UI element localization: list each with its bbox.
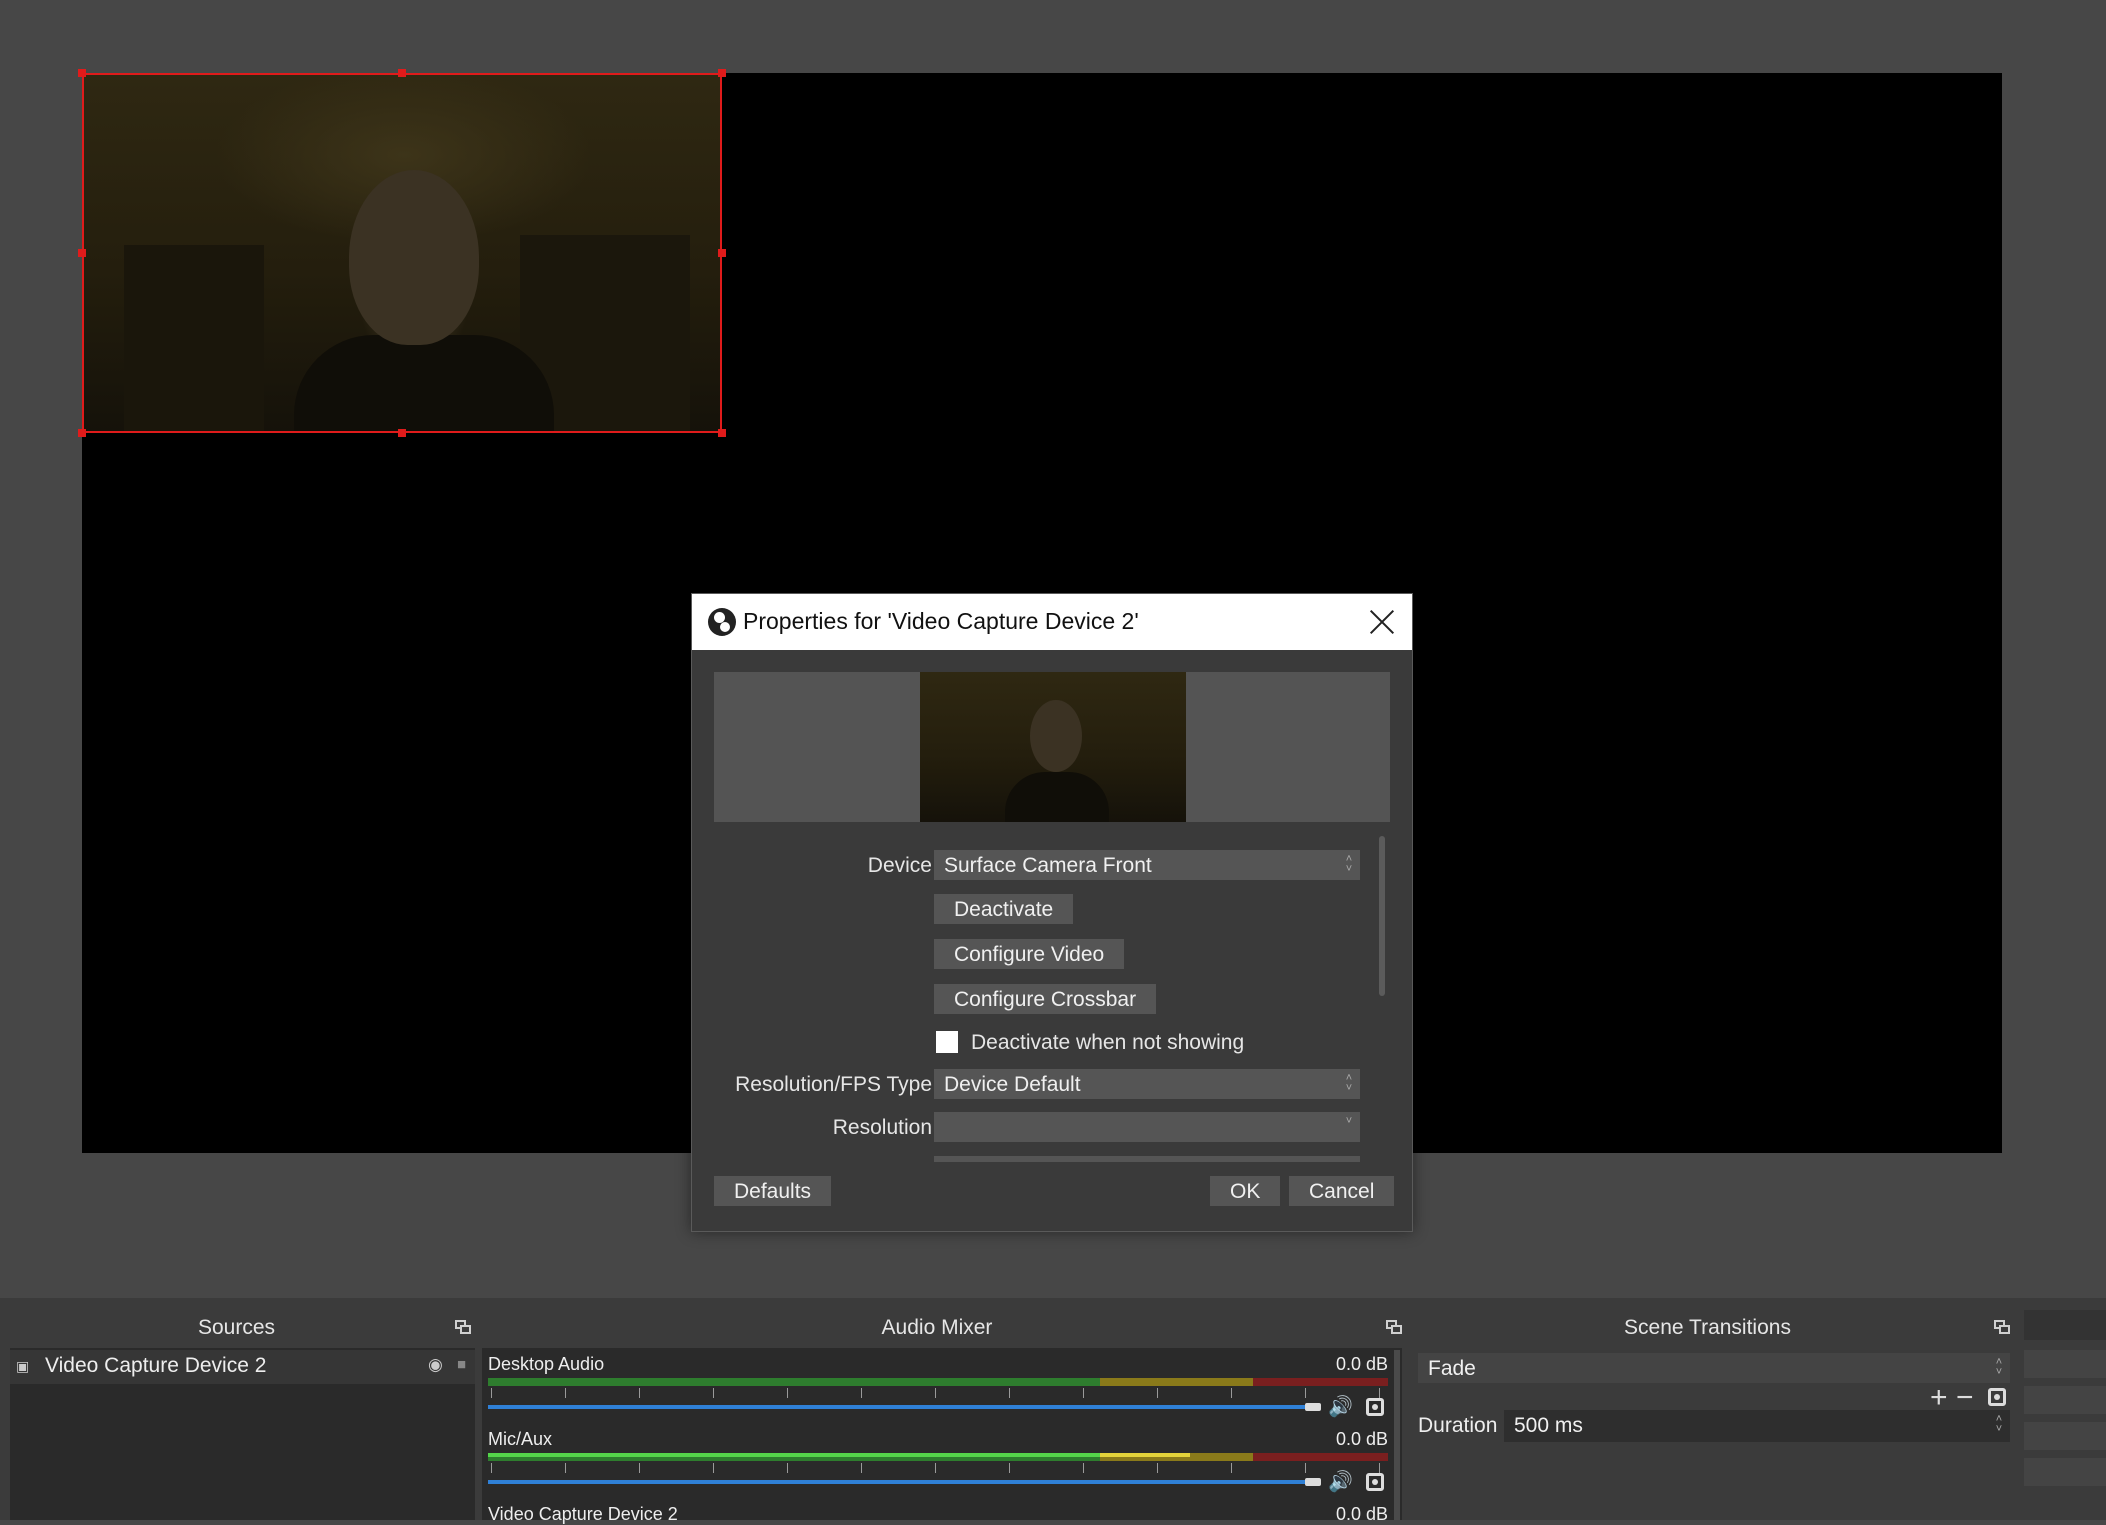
remove-transition-icon[interactable]: − bbox=[1956, 1383, 1974, 1413]
camera-icon: ▣ bbox=[16, 1358, 30, 1374]
spin-arrows-icon: ˄ ˅ bbox=[1345, 1072, 1353, 1094]
mic-aux-meter-level bbox=[488, 1453, 1388, 1457]
dialog-title: Properties for 'Video Capture Device 2' bbox=[743, 608, 1139, 634]
dialog-titlebar[interactable]: Properties for 'Video Capture Device 2' bbox=[692, 594, 1412, 650]
undock-icon[interactable] bbox=[1994, 1320, 2010, 1334]
device-select[interactable]: Surface Camera Front ˄ ˅ bbox=[934, 850, 1360, 880]
desktop-audio-volume-slider[interactable] bbox=[488, 1405, 1318, 1409]
sources-title: Sources bbox=[197, 1316, 276, 1339]
duration-value: 500 ms bbox=[1514, 1414, 1583, 1437]
mic-aux-label: Mic/Aux bbox=[488, 1429, 553, 1449]
duration-spinbox[interactable]: 500 ms ˄ ˅ bbox=[1504, 1410, 2010, 1442]
resize-handle-top-right[interactable] bbox=[718, 69, 726, 77]
controls-button-partial[interactable] bbox=[2024, 1350, 2106, 1378]
properties-dialog: Properties for 'Video Capture Device 2' … bbox=[691, 593, 1413, 1232]
source-preview bbox=[714, 672, 1390, 822]
cancel-button[interactable]: Cancel bbox=[1289, 1176, 1395, 1206]
resize-handle-bottom-left[interactable] bbox=[78, 429, 86, 437]
desktop-audio-meter bbox=[488, 1378, 1388, 1386]
mic-aux-volume-slider[interactable] bbox=[488, 1480, 1318, 1484]
controls-dock-partial bbox=[2024, 1310, 2106, 1340]
deactivate-when-not-showing-checkbox[interactable] bbox=[936, 1031, 958, 1053]
eye-icon[interactable]: ◉ bbox=[428, 1355, 443, 1375]
resolution-label: Resolution bbox=[832, 1116, 932, 1139]
controls-button-partial[interactable] bbox=[2024, 1422, 2106, 1450]
meter-scale bbox=[491, 1463, 1387, 1473]
undock-icon[interactable] bbox=[455, 1320, 471, 1334]
configure-crossbar-button[interactable]: Configure Crossbar bbox=[934, 984, 1157, 1014]
volume-slider-knob[interactable] bbox=[1305, 1403, 1321, 1411]
audio-mixer-title: Audio Mixer bbox=[881, 1316, 993, 1339]
source-item[interactable]: ▣ Video Capture Device 2 ◉ ■ bbox=[10, 1350, 475, 1384]
resize-handle-top[interactable] bbox=[398, 69, 406, 77]
spin-arrows-icon: ˄ ˅ bbox=[1995, 1356, 2003, 1378]
resize-handle-right[interactable] bbox=[718, 249, 726, 257]
resolution-fps-type-label: Resolution/FPS Type bbox=[735, 1073, 932, 1096]
source-item-label: Video Capture Device 2 bbox=[45, 1354, 267, 1377]
close-icon[interactable] bbox=[1364, 604, 1400, 640]
webcam-preview-image bbox=[920, 672, 1186, 822]
device-label: Device bbox=[867, 854, 932, 877]
controls-button-partial[interactable] bbox=[2024, 1386, 2106, 1414]
resolution-fps-type-value: Device Default bbox=[944, 1073, 1081, 1096]
undock-icon[interactable] bbox=[1386, 1320, 1402, 1334]
volume-slider-knob[interactable] bbox=[1305, 1478, 1321, 1486]
gear-icon[interactable] bbox=[1988, 1388, 2006, 1406]
resolution-select[interactable]: ˅ bbox=[934, 1112, 1360, 1142]
chevron-down-icon: ˅ bbox=[1345, 1115, 1353, 1127]
scene-transitions-title: Scene Transitions bbox=[1624, 1316, 1791, 1339]
resize-handle-left[interactable] bbox=[78, 249, 86, 257]
next-field-partial bbox=[934, 1156, 1360, 1162]
dialog-scrollbar[interactable] bbox=[1379, 836, 1385, 996]
resize-handle-bottom-right[interactable] bbox=[718, 429, 726, 437]
deactivate-button[interactable]: Deactivate bbox=[934, 894, 1074, 924]
gear-icon[interactable] bbox=[1366, 1398, 1384, 1416]
ok-button[interactable]: OK bbox=[1210, 1176, 1281, 1206]
device-select-value: Surface Camera Front bbox=[944, 854, 1152, 877]
spin-arrows-icon[interactable]: ˄ ˅ bbox=[1992, 1414, 2006, 1436]
resize-handle-bottom[interactable] bbox=[398, 429, 406, 437]
desktop-audio-db: 0.0 dB bbox=[1335, 1354, 1388, 1374]
configure-video-button[interactable]: Configure Video bbox=[934, 939, 1125, 969]
webcam-source-selected[interactable] bbox=[82, 73, 722, 433]
mixer-scrollbar[interactable] bbox=[1394, 1350, 1400, 1520]
deactivate-when-not-showing-label: Deactivate when not showing bbox=[971, 1031, 1245, 1054]
transition-select-value: Fade bbox=[1428, 1357, 1476, 1380]
speaker-icon[interactable]: 🔊 bbox=[1328, 1394, 1353, 1419]
duration-label: Duration bbox=[1418, 1414, 1498, 1437]
transition-select[interactable]: Fade ˄ ˅ bbox=[1418, 1353, 2010, 1383]
gear-icon[interactable] bbox=[1366, 1473, 1384, 1491]
resolution-fps-type-select[interactable]: Device Default ˄ ˅ bbox=[934, 1069, 1360, 1099]
video-capture-audio-label: Video Capture Device 2 bbox=[488, 1504, 678, 1524]
lock-icon[interactable]: ■ bbox=[457, 1356, 466, 1373]
mic-aux-db: 0.0 dB bbox=[1335, 1429, 1388, 1449]
resize-handle-top-left[interactable] bbox=[78, 69, 86, 77]
spin-arrows-icon: ˄ ˅ bbox=[1345, 853, 1353, 875]
audio-mixer-panel bbox=[482, 1348, 1402, 1520]
defaults-button[interactable]: Defaults bbox=[714, 1176, 832, 1206]
controls-button-partial[interactable] bbox=[2024, 1458, 2106, 1486]
obs-logo-icon bbox=[708, 608, 736, 636]
video-capture-audio-db: 0.0 dB bbox=[1335, 1504, 1388, 1524]
meter-scale bbox=[491, 1388, 1387, 1398]
speaker-icon[interactable]: 🔊 bbox=[1328, 1469, 1353, 1494]
add-transition-icon[interactable]: + bbox=[1930, 1383, 1948, 1413]
desktop-audio-label: Desktop Audio bbox=[488, 1354, 605, 1374]
